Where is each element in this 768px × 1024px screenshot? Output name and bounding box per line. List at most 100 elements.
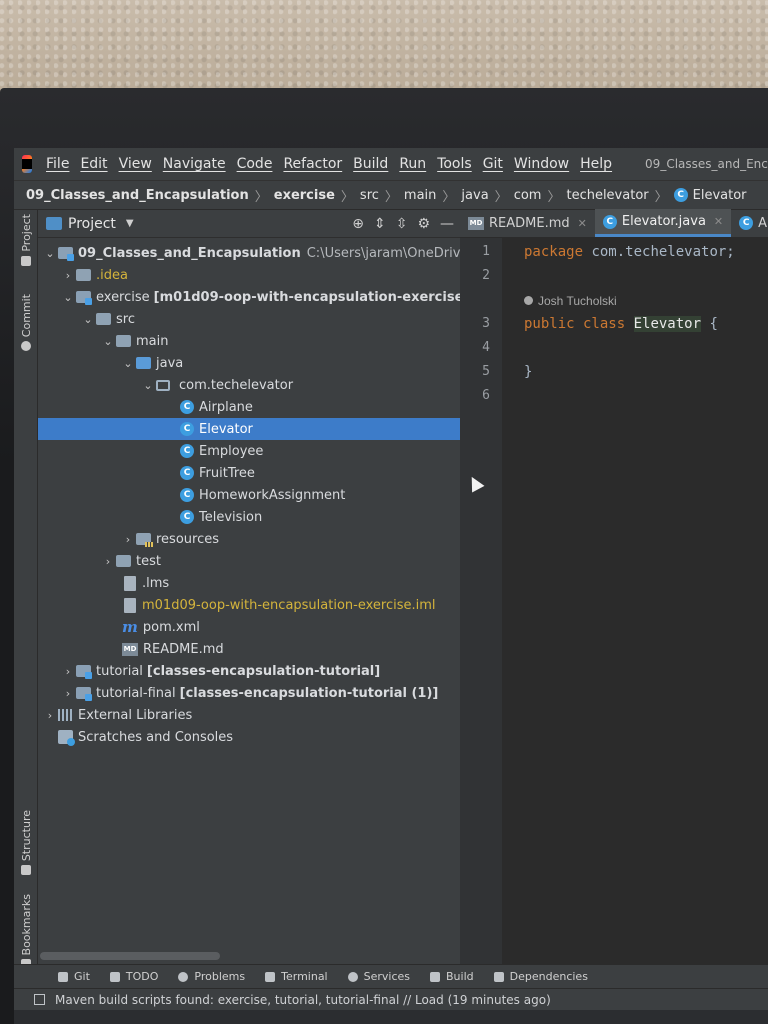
breadcrumb-techelevator[interactable]: techelevator — [566, 188, 648, 203]
menu-tools[interactable]: Tools — [437, 156, 472, 172]
tool-git[interactable]: Git — [58, 970, 90, 983]
tree-item-tutorial[interactable]: › tutorial [classes-encapsulation-tutori… — [38, 660, 460, 682]
chevron-right-icon: 〉 — [442, 189, 456, 205]
chevron-down-icon[interactable]: ⌄ — [140, 379, 156, 392]
tree-item-java[interactable]: ⌄ java — [38, 352, 460, 374]
menu-code[interactable]: Code — [237, 156, 273, 172]
breadcrumb-project[interactable]: 09_Classes_and_Encapsulation — [26, 188, 249, 203]
breadcrumb-com[interactable]: com — [514, 188, 542, 203]
expand-all-icon[interactable]: ⇕ — [374, 216, 386, 232]
tool-terminal[interactable]: Terminal — [265, 970, 328, 983]
intellij-logo-icon — [22, 155, 32, 173]
chevron-right-icon[interactable]: › — [60, 269, 76, 282]
breadcrumb-exercise[interactable]: exercise — [274, 188, 335, 203]
gear-icon[interactable]: ⚙ — [417, 216, 430, 232]
close-icon[interactable]: ✕ — [578, 217, 587, 230]
menu-edit[interactable]: Edit — [80, 156, 107, 172]
tree-item-external-libraries[interactable]: › External Libraries — [38, 704, 460, 726]
tree-item-exercise[interactable]: ⌄ exercise [m01d09-oop-with-encapsulatio… — [38, 286, 469, 308]
tool-tab-structure[interactable]: Structure — [14, 810, 38, 876]
tree-item-root[interactable]: ⌄ 09_Classes_and_Encapsulation C:\Users\… — [38, 242, 510, 264]
close-icon[interactable]: ✕ — [714, 215, 723, 228]
code-editor[interactable]: package com.techelevator; Josh Tucholski… — [502, 238, 768, 964]
minimize-icon[interactable]: — — [440, 216, 454, 232]
breadcrumb-src[interactable]: src — [360, 188, 379, 203]
menu-git[interactable]: Git — [483, 156, 503, 172]
tree-item-class-employee[interactable]: C Employee — [38, 440, 460, 462]
tool-problems[interactable]: Problems — [178, 970, 245, 983]
tree-item-main[interactable]: ⌄ main — [38, 330, 460, 352]
tree-item-idea[interactable]: › .idea — [38, 264, 460, 286]
menu-view[interactable]: View — [119, 156, 152, 172]
class-icon: C — [180, 510, 194, 524]
status-message[interactable]: Maven build scripts found: exercise, tut… — [55, 993, 551, 1007]
tree-item-tutorial-final[interactable]: › tutorial-final [classes-encapsulation-… — [38, 682, 460, 704]
menu-navigate[interactable]: Navigate — [163, 156, 226, 172]
tool-git-label: Git — [74, 970, 90, 983]
chevron-down-icon[interactable]: ⌄ — [120, 357, 136, 370]
menu-run[interactable]: Run — [399, 156, 426, 172]
status-square-icon[interactable] — [34, 994, 45, 1005]
tab-elevator-java[interactable]: C Elevator.java ✕ — [594, 209, 732, 237]
tree-item-resources[interactable]: › resources — [38, 528, 460, 550]
chevron-down-icon[interactable]: ⌄ — [100, 335, 116, 348]
locate-icon[interactable]: ⊕ — [352, 216, 364, 232]
tool-dependencies[interactable]: Dependencies — [493, 970, 588, 983]
menu-help[interactable]: Help — [580, 156, 612, 172]
tool-todo[interactable]: TODO — [109, 970, 158, 983]
scratches-icon — [58, 730, 75, 746]
tab-readme[interactable]: MD README.md ✕ — [460, 209, 595, 237]
chevron-down-icon[interactable]: ⌄ — [42, 247, 58, 260]
code-author-hint[interactable]: Josh Tucholski — [524, 294, 617, 308]
tree-item-iml[interactable]: m01d09-oop-with-encapsulation-exercise.i… — [38, 594, 460, 616]
tool-build[interactable]: Build — [430, 970, 474, 983]
project-panel-title[interactable]: Project — [68, 216, 116, 232]
chevron-right-icon: 〉 — [654, 189, 668, 205]
tree-item-package[interactable]: ⌄ com.techelevator — [38, 374, 460, 396]
chevron-down-icon[interactable]: ⌄ — [60, 291, 76, 304]
tool-tab-project[interactable]: Project — [14, 214, 38, 266]
chevron-right-icon[interactable]: › — [100, 555, 116, 568]
chevron-right-icon: 〉 — [547, 189, 561, 205]
tree-item-class-homeworkassignment[interactable]: C HomeworkAssignment — [38, 484, 460, 506]
chevron-right-icon[interactable]: › — [60, 687, 76, 700]
markdown-icon: MD — [468, 216, 484, 230]
list-icon — [109, 971, 120, 982]
menu-window[interactable]: Window — [514, 156, 569, 172]
tree-item-class-elevator[interactable]: C Elevator — [38, 418, 460, 440]
menu-file[interactable]: File — [46, 156, 69, 172]
markdown-icon: MD — [122, 642, 138, 656]
breadcrumb-java[interactable]: java — [461, 188, 488, 203]
horizontal-scrollbar[interactable] — [40, 952, 220, 960]
chevron-right-icon[interactable]: › — [120, 533, 136, 546]
collapse-all-icon[interactable]: ⇳ — [396, 216, 408, 232]
tree-item-lms[interactable]: .lms — [38, 572, 460, 594]
tree-item-pom[interactable]: m pom.xml — [38, 616, 460, 638]
tree-item-scratches[interactable]: Scratches and Consoles — [38, 726, 460, 748]
tree-item-class-television[interactable]: C Television — [38, 506, 460, 528]
breadcrumb-main[interactable]: main — [404, 188, 436, 203]
class-icon: C — [180, 444, 194, 458]
tree-item-src[interactable]: ⌄ src — [38, 308, 460, 330]
tree-item-class-fruittree[interactable]: C FruitTree — [38, 462, 460, 484]
tree-item-main-label: main — [136, 333, 169, 349]
tree-item-scratches-label: Scratches and Consoles — [78, 729, 234, 745]
project-panel: Project ▼ ⊕ ⇕ ⇳ ⚙ — ⌄ 09_Classes_and_Enc… — [38, 210, 510, 964]
tab-airplane[interactable]: C Air — [731, 209, 768, 237]
chevron-down-icon[interactable]: ⌄ — [80, 313, 96, 326]
code-line-1: package com.techelevator; — [524, 244, 735, 260]
tree-item-test[interactable]: › test — [38, 550, 460, 572]
menu-refactor[interactable]: Refactor — [283, 156, 342, 172]
tree-item-class-airplane[interactable]: C Airplane — [38, 396, 460, 418]
tree-item-readme[interactable]: MD README.md — [38, 638, 460, 660]
left-tool-strip: Project Commit Structure Bookmarks — [14, 210, 38, 970]
breadcrumb-elevator[interactable]: Elevator — [693, 188, 747, 203]
menu-build[interactable]: Build — [353, 156, 388, 172]
class-icon: C — [602, 214, 617, 229]
tool-tab-bookmarks[interactable]: Bookmarks — [14, 894, 38, 970]
chevron-down-icon[interactable]: ▼ — [126, 218, 134, 229]
chevron-right-icon[interactable]: › — [60, 665, 76, 678]
tool-services[interactable]: Services — [347, 970, 410, 983]
chevron-right-icon[interactable]: › — [42, 709, 58, 722]
tool-tab-commit[interactable]: Commit — [14, 294, 38, 352]
